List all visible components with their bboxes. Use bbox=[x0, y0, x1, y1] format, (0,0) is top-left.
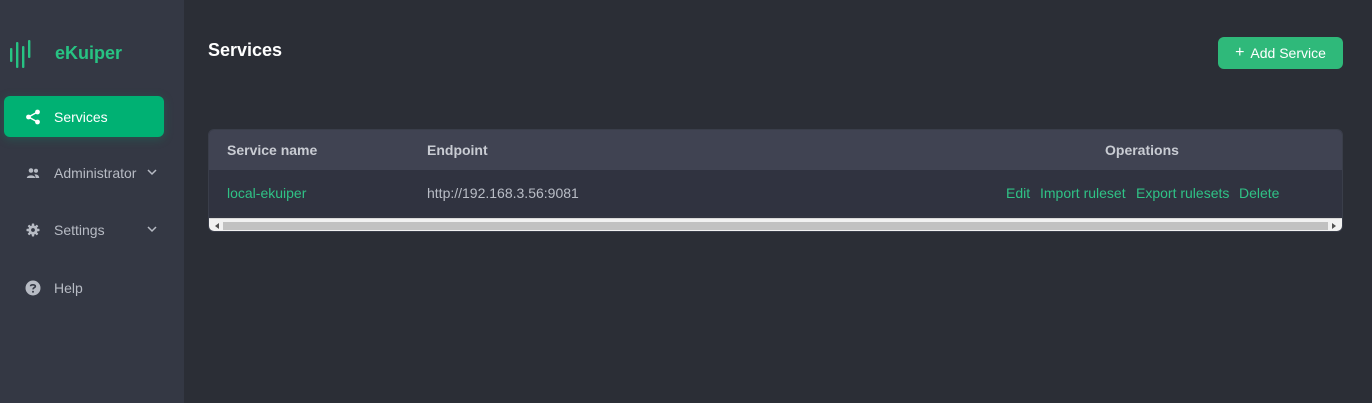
sidebar-item-services[interactable]: Services bbox=[4, 96, 164, 137]
sidebar-item-settings[interactable]: Settings bbox=[4, 209, 164, 250]
column-header-operations[interactable]: Operations bbox=[1105, 142, 1179, 158]
scroll-right-icon[interactable] bbox=[1329, 221, 1339, 231]
sidebar-item-label: Services bbox=[54, 108, 108, 125]
edit-link[interactable]: Edit bbox=[1006, 185, 1030, 201]
app-name: eKuiper bbox=[55, 43, 123, 63]
logo[interactable]: eKuiper bbox=[8, 36, 122, 72]
add-service-label: Add Service bbox=[1250, 45, 1326, 61]
export-rulesets-link[interactable]: Export rulesets bbox=[1136, 185, 1229, 201]
import-ruleset-link[interactable]: Import ruleset bbox=[1040, 185, 1126, 201]
sidebar-item-administrator[interactable]: Administrator bbox=[4, 152, 164, 193]
table-header: Service name Endpoint Operations bbox=[209, 130, 1342, 170]
sidebar-item-label: Help bbox=[54, 279, 83, 296]
share-icon bbox=[24, 108, 42, 126]
gear-icon bbox=[24, 221, 42, 239]
ekuiper-logo-icon bbox=[10, 40, 31, 68]
sidebar: eKuiper Services Administrator Settings … bbox=[0, 0, 184, 403]
services-table: Service name Endpoint Operations local-e… bbox=[208, 129, 1343, 232]
delete-link[interactable]: Delete bbox=[1239, 185, 1279, 201]
users-icon bbox=[24, 164, 42, 182]
page-title: Services bbox=[208, 40, 283, 60]
add-service-button[interactable]: + Add Service bbox=[1218, 37, 1343, 69]
scrollbar-thumb[interactable] bbox=[223, 222, 1328, 230]
service-name-link[interactable]: local-ekuiper bbox=[227, 185, 306, 201]
scroll-left-icon[interactable] bbox=[212, 221, 222, 231]
table-row: local-ekuiper http://192.168.3.56:9081 E… bbox=[209, 170, 1342, 216]
plus-icon: + bbox=[1235, 44, 1245, 61]
horizontal-scrollbar[interactable] bbox=[209, 218, 1342, 231]
sidebar-item-help[interactable]: Help bbox=[4, 267, 164, 308]
help-icon bbox=[24, 279, 42, 297]
service-endpoint: http://192.168.3.56:9081 bbox=[427, 185, 579, 201]
sidebar-item-label: Settings bbox=[54, 221, 105, 238]
column-header-endpoint[interactable]: Endpoint bbox=[427, 142, 488, 158]
chevron-down-icon bbox=[147, 169, 157, 176]
main-content: Services + Add Service Service name Endp… bbox=[184, 0, 1372, 403]
column-header-service-name[interactable]: Service name bbox=[227, 142, 317, 158]
chevron-down-icon bbox=[147, 226, 157, 233]
sidebar-item-label: Administrator bbox=[54, 164, 137, 181]
